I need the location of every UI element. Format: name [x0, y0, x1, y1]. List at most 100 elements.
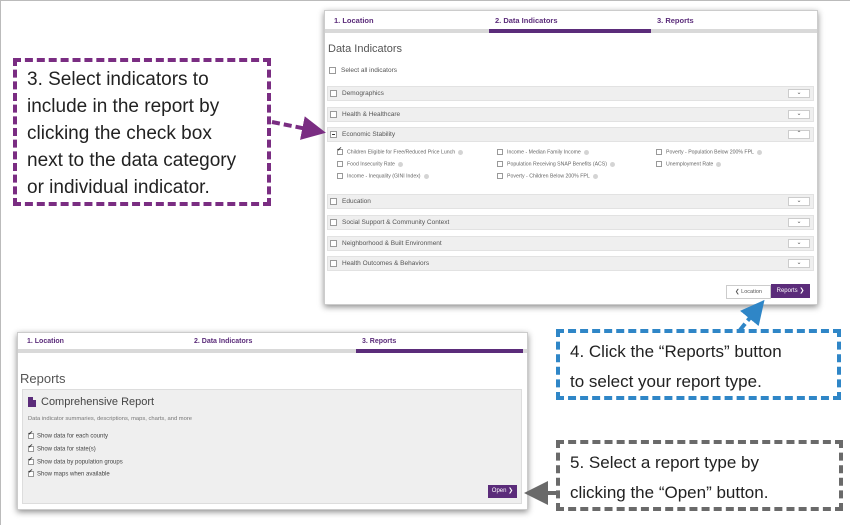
- chevron-down-icon[interactable]: ⌄: [788, 110, 810, 119]
- category-checkbox[interactable]: [330, 198, 337, 205]
- indicator-checkbox[interactable]: [656, 149, 662, 155]
- select-all-checkbox[interactable]: [329, 67, 336, 74]
- indicator-label: Income - Inequality (GINI Index): [347, 173, 421, 180]
- category-label: Health Outcomes & Behaviors: [342, 260, 430, 268]
- info-icon[interactable]: [592, 173, 598, 179]
- tab-data-indicators[interactable]: 2. Data Indicators: [194, 338, 252, 345]
- arrow-step3: [271, 116, 326, 140]
- category-row-health-outcomes[interactable]: Health Outcomes & Behaviors ⌄: [327, 256, 814, 271]
- open-button[interactable]: Open ❯: [488, 485, 517, 498]
- info-icon[interactable]: [458, 149, 464, 155]
- chevron-right-icon: ❯: [797, 288, 805, 294]
- indicator-label: Population Receiving SNAP Benefits (ACS): [507, 161, 607, 168]
- category-checkbox[interactable]: [330, 240, 337, 247]
- report-option[interactable]: Show data for state(s): [28, 443, 96, 453]
- tab-location[interactable]: 1. Location: [27, 338, 64, 345]
- wizard-tabs: 1. Location 2. Data Indicators 3. Report…: [18, 333, 527, 353]
- report-card: Comprehensive Report Data indicator summ…: [22, 389, 522, 504]
- category-row-education[interactable]: Education ⌄: [327, 194, 814, 209]
- category-checkbox[interactable]: [330, 260, 337, 267]
- tab-data-indicators[interactable]: 2. Data Indicators: [495, 16, 558, 25]
- callout-line: include in the report by: [27, 96, 220, 117]
- select-all-row[interactable]: Select all indicators: [329, 67, 397, 74]
- indicator-checkbox[interactable]: [497, 173, 503, 179]
- chevron-down-icon[interactable]: ⌄: [788, 259, 810, 268]
- callout-step3: 3. Select indicators to include in the r…: [13, 58, 271, 206]
- indicator-checkbox[interactable]: [497, 149, 503, 155]
- option-checkbox[interactable]: [28, 456, 34, 465]
- callout-line: next to the data category: [27, 150, 237, 171]
- indicator-checkbox[interactable]: [497, 161, 503, 167]
- indicator-checkbox[interactable]: [337, 161, 343, 167]
- back-location-button[interactable]: ❮ Location: [726, 285, 771, 299]
- data-indicators-screenshot: 1. Location 2. Data Indicators 3. Report…: [324, 10, 818, 305]
- active-tab-indicator: [356, 349, 523, 353]
- report-title: Comprehensive Report: [41, 396, 155, 408]
- tab-reports[interactable]: 3. Reports: [362, 338, 396, 345]
- info-icon[interactable]: [583, 149, 589, 155]
- chevron-right-icon: ❯: [506, 488, 514, 494]
- option-label: Show data by population groups: [37, 459, 123, 466]
- active-tab-indicator: [489, 29, 651, 33]
- indicator-label: Children Eligible for Free/Reduced Price…: [347, 149, 456, 156]
- category-row-neighborhood[interactable]: Neighborhood & Built Environment ⌄: [327, 236, 814, 251]
- indicator-item[interactable]: Unemployment Rate: [656, 161, 722, 168]
- tab-reports[interactable]: 3. Reports: [657, 16, 694, 25]
- category-label: Social Support & Community Context: [342, 219, 450, 227]
- frame-top-edge: [0, 0, 850, 1]
- select-all-label: Select all indicators: [341, 67, 397, 75]
- chevron-down-icon[interactable]: ⌄: [788, 239, 810, 248]
- callout-line: clicking the check box: [27, 123, 212, 144]
- option-label: Show maps when available: [37, 471, 110, 478]
- category-row-demographics[interactable]: Demographics ⌄: [327, 86, 814, 101]
- category-row-social-support[interactable]: Social Support & Community Context ⌄: [327, 215, 814, 230]
- category-label: Health & Healthcare: [342, 111, 401, 119]
- option-checkbox[interactable]: [28, 443, 34, 452]
- indicator-item[interactable]: Income - Inequality (GINI Index): [337, 173, 429, 179]
- callout-line: or individual indicator.: [27, 177, 210, 198]
- indicator-label: Unemployment Rate: [666, 161, 714, 168]
- category-row-economic-stability[interactable]: Economic Stability ⌃: [327, 127, 814, 142]
- category-label: Demographics: [342, 90, 384, 98]
- indicator-item[interactable]: Population Receiving SNAP Benefits (ACS): [497, 161, 615, 167]
- callout-line: 5. Select a report type by: [570, 453, 759, 472]
- callout-line: clicking the “Open” button.: [570, 483, 769, 502]
- category-label: Economic Stability: [342, 131, 396, 139]
- info-icon[interactable]: [756, 149, 762, 155]
- chevron-down-icon[interactable]: ⌄: [788, 89, 810, 98]
- report-option[interactable]: Show data by population groups: [28, 456, 123, 466]
- frame-left-edge: [0, 0, 1, 525]
- category-checkbox[interactable]: [330, 219, 337, 226]
- reports-button[interactable]: Reports ❯: [771, 284, 810, 298]
- wizard-tabs: 1. Location 2. Data Indicators 3. Report…: [325, 11, 817, 33]
- indicator-item[interactable]: Income - Median Family Income: [497, 149, 589, 155]
- indicator-item[interactable]: Poverty - Population Below 200% FPL: [656, 149, 762, 155]
- indicator-checkbox[interactable]: [656, 161, 662, 167]
- callout-line: 4. Click the “Reports” button: [570, 342, 782, 361]
- reports-screenshot: 1. Location 2. Data Indicators 3. Report…: [17, 332, 528, 510]
- chevron-up-icon[interactable]: ⌃: [788, 130, 810, 139]
- category-checkbox-partial[interactable]: [330, 131, 337, 138]
- page-title: Data Indicators: [328, 43, 402, 55]
- report-option[interactable]: Show data for each county: [28, 430, 108, 440]
- info-icon[interactable]: [423, 173, 429, 179]
- indicator-item[interactable]: Poverty - Children Below 200% FPL: [497, 173, 598, 179]
- category-row-health-healthcare[interactable]: Health & Healthcare ⌄: [327, 107, 814, 122]
- indicator-checkbox[interactable]: [337, 146, 343, 155]
- tab-location[interactable]: 1. Location: [334, 16, 374, 25]
- report-option[interactable]: Show maps when available: [28, 468, 110, 478]
- indicator-item[interactable]: Food Insecurity Rate: [337, 161, 403, 167]
- indicator-item[interactable]: Children Eligible for Free/Reduced Price…: [337, 146, 464, 156]
- info-icon[interactable]: [397, 161, 403, 167]
- category-label: Neighborhood & Built Environment: [342, 240, 442, 248]
- callout-step5: 5. Select a report type by clicking the …: [556, 440, 843, 511]
- indicator-checkbox[interactable]: [337, 173, 343, 179]
- info-icon[interactable]: [716, 161, 722, 167]
- chevron-down-icon[interactable]: ⌄: [788, 218, 810, 227]
- info-icon[interactable]: [609, 161, 615, 167]
- option-checkbox[interactable]: [28, 468, 34, 477]
- option-checkbox[interactable]: [28, 430, 34, 439]
- chevron-down-icon[interactable]: ⌄: [788, 197, 810, 206]
- category-checkbox[interactable]: [330, 90, 337, 97]
- category-checkbox[interactable]: [330, 111, 337, 118]
